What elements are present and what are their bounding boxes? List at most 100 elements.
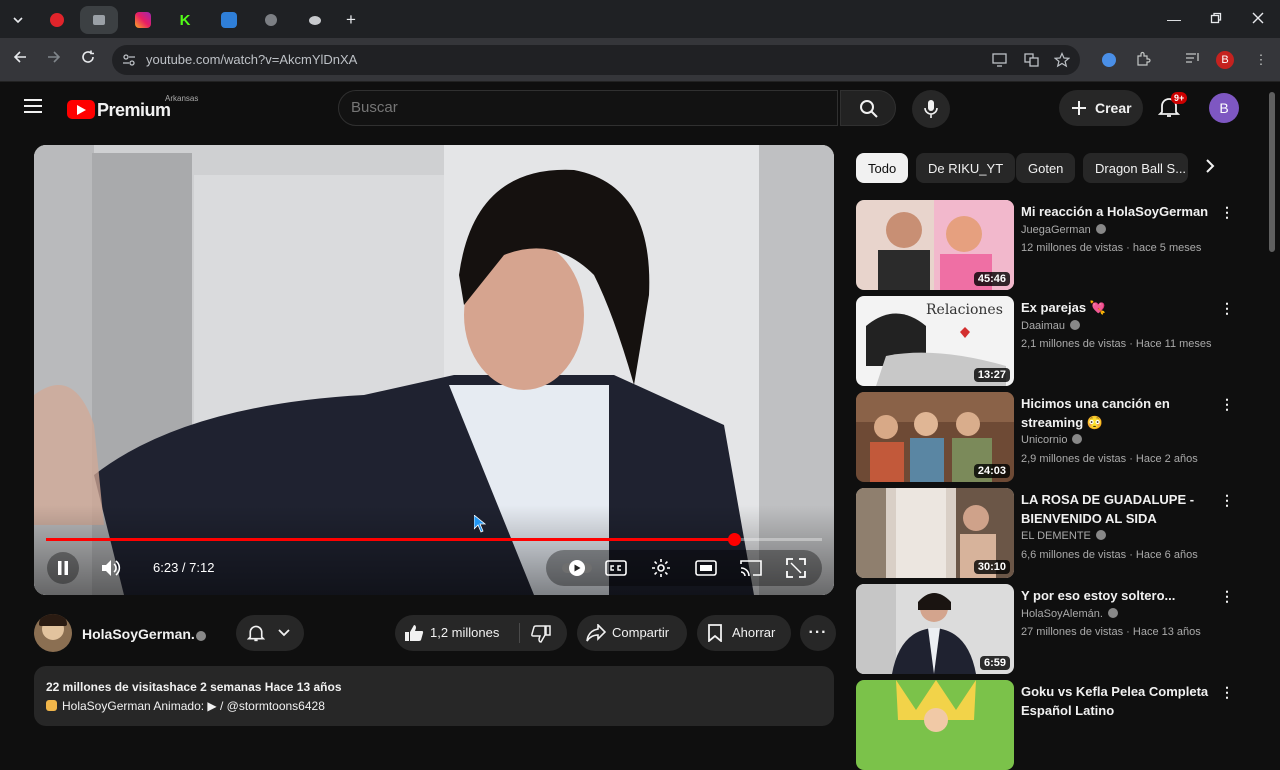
- video-thumbnail[interactable]: 30:10: [856, 488, 1014, 578]
- video-title[interactable]: Ex parejas 💘: [1021, 298, 1221, 317]
- chips-next-button[interactable]: [1200, 156, 1224, 180]
- chip-goten[interactable]: Goten: [1016, 153, 1076, 183]
- account-avatar[interactable]: B: [1209, 93, 1239, 123]
- back-button[interactable]: [10, 50, 30, 70]
- video-thumbnail[interactable]: 45:46: [856, 200, 1014, 290]
- video-thumbnail[interactable]: 24:03: [856, 392, 1014, 482]
- url-text[interactable]: youtube.com/watch?v=AkcmYlDnXA: [146, 52, 357, 67]
- channel-avatar[interactable]: [34, 614, 72, 652]
- subtitles-button[interactable]: [600, 552, 632, 584]
- forward-button[interactable]: [44, 50, 64, 70]
- tab-youtube-1[interactable]: [38, 6, 76, 34]
- duration-badge: 6:59: [979, 656, 1010, 670]
- cast-button[interactable]: [735, 552, 767, 584]
- profile-avatar-icon[interactable]: B: [1216, 51, 1234, 69]
- browser-tab-bar: K + —: [0, 0, 1280, 38]
- menu-hamburger-icon[interactable]: [24, 98, 42, 119]
- notifications-button[interactable]: 9+: [1157, 92, 1188, 120]
- youtube-logo[interactable]: Premium Arkansas: [67, 94, 198, 120]
- settings-button[interactable]: [645, 552, 677, 584]
- share-button[interactable]: Compartir: [577, 615, 687, 651]
- more-vertical-icon[interactable]: ⋮: [1220, 684, 1234, 701]
- video-channel[interactable]: Unicornio: [1021, 434, 1083, 446]
- channel-name[interactable]: HolaSoyGerman.: [82, 626, 195, 642]
- video-channel[interactable]: JuegaGerman: [1021, 224, 1106, 236]
- page-scrollbar[interactable]: [1268, 88, 1276, 718]
- autoplay-toggle[interactable]: [561, 552, 593, 584]
- volume-button[interactable]: [96, 552, 128, 584]
- new-tab-button[interactable]: +: [336, 6, 366, 34]
- video-thumbnail[interactable]: Relaciones 13:27: [856, 296, 1014, 386]
- list-item[interactable]: 30:10 LA ROSA DE GUADALUPE - BIENVENIDO …: [856, 488, 1256, 578]
- chevron-down-icon: [278, 629, 290, 637]
- duration-badge: 30:10: [973, 560, 1010, 574]
- video-title[interactable]: Y por eso estoy soltero...: [1021, 586, 1221, 605]
- more-vertical-icon[interactable]: ⋮: [1220, 396, 1234, 413]
- video-title[interactable]: Goku vs Kefla Pelea Completa Español Lat…: [1021, 682, 1221, 720]
- thumbs-up-icon: [405, 625, 424, 641]
- search-input[interactable]: [351, 99, 821, 116]
- restore-button[interactable]: [1206, 9, 1226, 29]
- chevron-down-icon: [13, 17, 23, 24]
- voice-search-button[interactable]: [912, 90, 950, 128]
- tab-misc[interactable]: [296, 6, 334, 34]
- list-item[interactable]: Goku vs Kefla Pelea Completa Español Lat…: [856, 680, 1256, 770]
- list-item[interactable]: Relaciones 13:27 Ex parejas 💘 Daaimau 2,…: [856, 296, 1256, 386]
- tab-instagram[interactable]: [124, 6, 162, 34]
- chip-todo[interactable]: Todo: [856, 153, 909, 183]
- video-channel[interactable]: Daaimau: [1021, 320, 1081, 332]
- chip-de-riku[interactable]: De RIKU_YT: [916, 153, 1016, 183]
- cast-media-icon[interactable]: [1184, 51, 1202, 69]
- video-title[interactable]: Mi reacción a HolaSoyGerman: [1021, 202, 1221, 221]
- bookmark-star-icon[interactable]: [1054, 52, 1070, 68]
- more-vertical-icon[interactable]: ⋮: [1220, 204, 1234, 221]
- omnibox[interactable]: youtube.com/watch?v=AkcmYlDnXA: [112, 45, 1080, 75]
- dislike-button[interactable]: [523, 615, 567, 651]
- description-box[interactable]: 22 millones de visitashace 2 semanas Hac…: [34, 666, 834, 726]
- extension-blue-icon[interactable]: [1100, 51, 1118, 69]
- tab-active[interactable]: [80, 6, 118, 34]
- tab-app[interactable]: [210, 6, 248, 34]
- fullscreen-button[interactable]: [780, 552, 812, 584]
- video-thumbnail[interactable]: 6:59: [856, 584, 1014, 674]
- list-item[interactable]: 45:46 Mi reacción a HolaSoyGerman JuegaG…: [856, 200, 1256, 290]
- more-actions-button[interactable]: ···: [800, 615, 836, 651]
- scrollbar-thumb[interactable]: [1269, 92, 1275, 252]
- list-item[interactable]: 6:59 Y por eso estoy soltero... HolaSoyA…: [856, 584, 1256, 674]
- theater-mode-button[interactable]: [690, 552, 722, 584]
- list-item[interactable]: 24:03 Hicimos una canción en streaming 😳…: [856, 392, 1256, 482]
- search-box[interactable]: [338, 90, 838, 126]
- create-button[interactable]: Crear: [1059, 90, 1143, 126]
- chip-dragon-ball[interactable]: Dragon Ball S...: [1083, 153, 1188, 183]
- video-title[interactable]: Hicimos una canción en streaming 😳: [1021, 394, 1221, 432]
- like-button[interactable]: 1,2 millones: [395, 615, 517, 651]
- video-thumbnail[interactable]: [856, 680, 1014, 770]
- minimize-button[interactable]: —: [1164, 9, 1184, 29]
- more-vertical-icon[interactable]: ⋮: [1220, 300, 1234, 317]
- extensions-puzzle-icon[interactable]: [1134, 51, 1152, 69]
- video-channel[interactable]: HolaSoyAlemán.: [1021, 608, 1118, 620]
- site-info-icon[interactable]: [122, 53, 136, 67]
- save-button[interactable]: Ahorrar: [697, 615, 791, 651]
- tab-settings[interactable]: [252, 6, 290, 34]
- like-divider: [519, 623, 520, 643]
- more-vertical-icon[interactable]: ⋮: [1220, 588, 1234, 605]
- arrow-left-icon: [13, 51, 26, 63]
- close-window-button[interactable]: [1248, 9, 1268, 29]
- tab-kick[interactable]: K: [166, 6, 204, 34]
- video-title[interactable]: LA ROSA DE GUADALUPE - BIENVENIDO AL SID…: [1021, 490, 1221, 528]
- install-app-icon[interactable]: [992, 53, 1007, 67]
- reload-button[interactable]: [78, 50, 98, 70]
- youtube-page: Premium Arkansas Crear 9+ B: [0, 82, 1280, 770]
- progress-bar[interactable]: [46, 533, 822, 546]
- browser-menu-icon[interactable]: ⋮: [1252, 51, 1270, 69]
- video-channel[interactable]: EL DEMENTE: [1021, 530, 1106, 542]
- search-button[interactable]: [840, 90, 896, 126]
- subscribed-bell-button[interactable]: [236, 615, 304, 651]
- logo-country-code: Arkansas: [165, 94, 199, 103]
- pause-button[interactable]: [47, 552, 79, 584]
- translate-icon[interactable]: [1024, 53, 1039, 67]
- more-vertical-icon[interactable]: ⋮: [1220, 492, 1234, 509]
- tab-search-button[interactable]: [4, 6, 32, 34]
- video-player[interactable]: 6:23 / 7:12: [34, 145, 834, 595]
